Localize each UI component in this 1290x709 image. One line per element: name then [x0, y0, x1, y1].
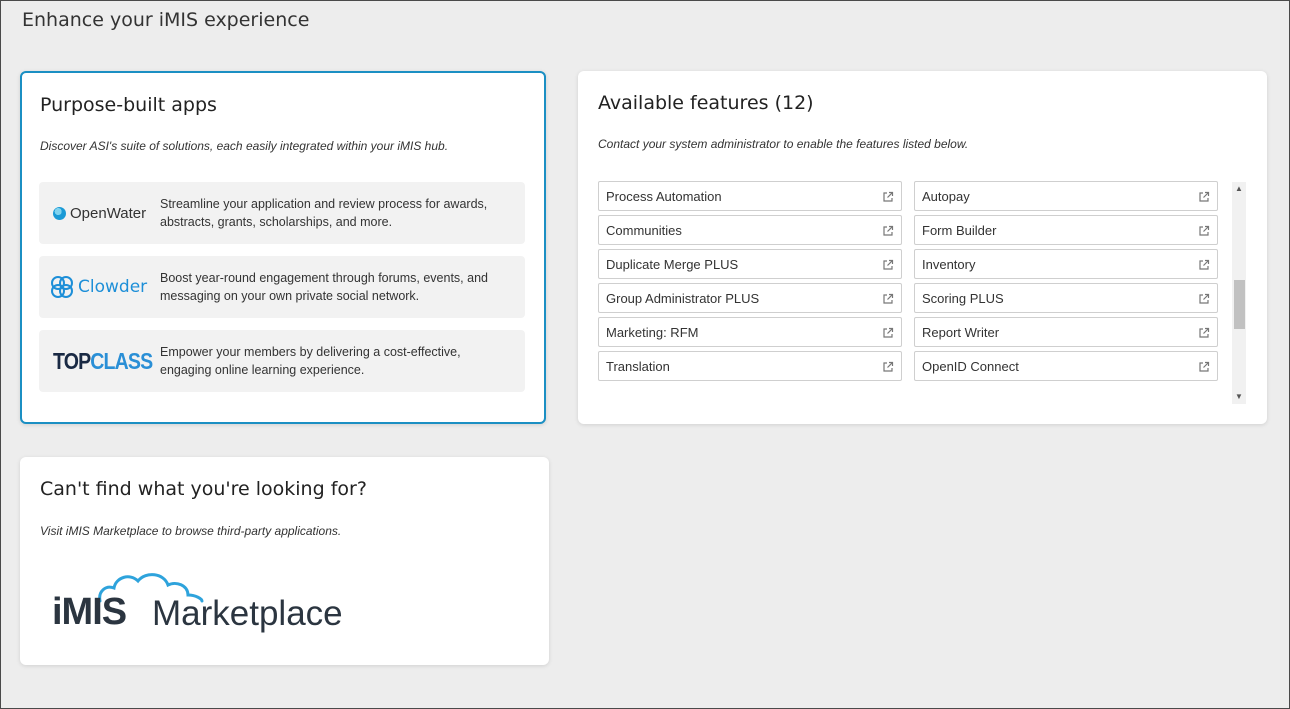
feature-item[interactable]: Form Builder — [914, 215, 1218, 245]
clowder-logo: Clowder — [49, 256, 149, 318]
feature-item[interactable]: Duplicate Merge PLUS — [598, 249, 902, 279]
apps-description: Discover ASI's suite of solutions, each … — [40, 139, 449, 153]
features-scrollbar[interactable]: ▲ ▼ — [1232, 182, 1246, 404]
marketplace-description: Visit iMIS Marketplace to browse third-p… — [40, 524, 342, 538]
topclass-logo: TOPCLASS — [49, 330, 153, 392]
external-link-icon[interactable] — [882, 225, 894, 237]
openwater-logo: OpenWater — [49, 182, 149, 244]
imis-marketplace-logo[interactable]: iMIS Marketplace — [50, 569, 350, 639]
features-description: Contact your system administrator to ena… — [598, 137, 969, 151]
feature-item-label: Process Automation — [606, 189, 722, 204]
scroll-up-arrow-icon[interactable]: ▲ — [1232, 182, 1246, 196]
app-clowder[interactable]: Clowder Boost year-round engagement thro… — [39, 256, 525, 318]
feature-item[interactable]: Inventory — [914, 249, 1218, 279]
external-link-icon[interactable] — [1198, 327, 1210, 339]
external-link-icon[interactable] — [882, 361, 894, 373]
app-openwater-description: Streamline your application and review p… — [160, 197, 488, 229]
feature-item[interactable]: Report Writer — [914, 317, 1218, 347]
feature-item[interactable]: Process Automation — [598, 181, 902, 211]
external-link-icon[interactable] — [1198, 361, 1210, 373]
features-card: Available features (12) Contact your sys… — [578, 71, 1267, 424]
feature-item-label: Marketing: RFM — [606, 325, 699, 340]
marketplace-title: Can't find what you're looking for? — [40, 478, 367, 500]
topclass-logo-class: CLASS — [90, 347, 153, 374]
features-title: Available features (12) — [598, 92, 814, 114]
external-link-icon[interactable] — [882, 259, 894, 271]
feature-item[interactable]: Marketing: RFM — [598, 317, 902, 347]
openwater-icon — [53, 206, 66, 220]
feature-item-label: Duplicate Merge PLUS — [606, 257, 739, 272]
app-openwater[interactable]: OpenWater Streamline your application an… — [39, 182, 525, 244]
clowder-icon — [51, 276, 73, 298]
feature-item[interactable]: Autopay — [914, 181, 1218, 211]
external-link-icon[interactable] — [882, 191, 894, 203]
feature-item-label: Form Builder — [922, 223, 997, 238]
feature-item[interactable]: Scoring PLUS — [914, 283, 1218, 313]
apps-title: Purpose-built apps — [40, 94, 217, 116]
feature-item[interactable]: Communities — [598, 215, 902, 245]
feature-item-label: Group Administrator PLUS — [606, 291, 760, 306]
external-link-icon[interactable] — [1198, 225, 1210, 237]
feature-item-label: Scoring PLUS — [922, 291, 1004, 306]
feature-item-label: Inventory — [922, 257, 976, 272]
feature-item-label: Autopay — [922, 189, 970, 204]
feature-item-label: OpenID Connect — [922, 359, 1019, 374]
marketplace-logo-text: Marketplace — [152, 594, 343, 633]
marketplace-card: Can't find what you're looking for? Visi… — [20, 457, 549, 665]
feature-item-label: Translation — [606, 359, 670, 374]
feature-item[interactable]: Translation — [598, 351, 902, 381]
openwater-logo-text: OpenWater — [70, 204, 147, 222]
page-title: Enhance your iMIS experience — [22, 9, 310, 31]
app-topclass-description: Empower your members by delivering a cos… — [160, 345, 461, 377]
topclass-logo-top: TOP — [53, 347, 91, 374]
clowder-logo-text: Clowder — [78, 277, 148, 297]
external-link-icon[interactable] — [882, 327, 894, 339]
apps-card: Purpose-built apps Discover ASI's suite … — [20, 71, 546, 424]
external-link-icon[interactable] — [1198, 191, 1210, 203]
scroll-down-arrow-icon[interactable]: ▼ — [1232, 390, 1246, 404]
external-link-icon[interactable] — [1198, 259, 1210, 271]
external-link-icon[interactable] — [1198, 293, 1210, 305]
feature-item[interactable]: OpenID Connect — [914, 351, 1218, 381]
app-topclass[interactable]: TOPCLASS Empower your members by deliver… — [39, 330, 525, 392]
feature-item-label: Report Writer — [922, 325, 1000, 340]
marketplace-logo-imis: iMIS — [52, 591, 127, 633]
scrollbar-thumb[interactable] — [1234, 280, 1245, 329]
feature-item[interactable]: Group Administrator PLUS — [598, 283, 902, 313]
app-clowder-description: Boost year-round engagement through foru… — [160, 271, 488, 303]
feature-item-label: Communities — [606, 223, 682, 238]
external-link-icon[interactable] — [882, 293, 894, 305]
